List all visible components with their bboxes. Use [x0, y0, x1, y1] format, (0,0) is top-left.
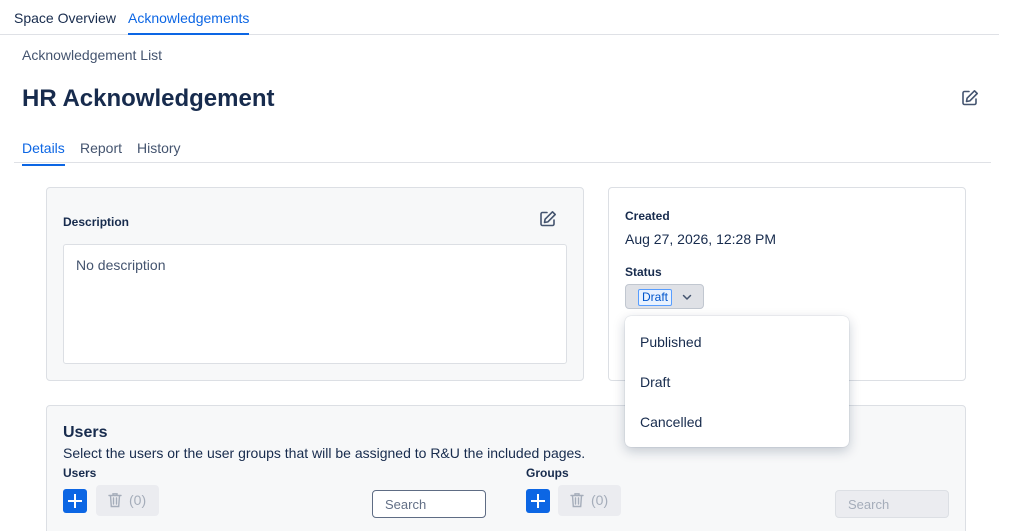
- tab-space-overview[interactable]: Space Overview: [14, 10, 116, 26]
- tab-history[interactable]: History: [137, 140, 181, 156]
- created-date: Aug 27, 2026, 12:28 PM: [625, 231, 776, 247]
- remove-users-button[interactable]: (0): [96, 485, 159, 516]
- tab-report[interactable]: Report: [80, 140, 122, 156]
- status-select[interactable]: Draft: [625, 284, 704, 309]
- groups-search-input[interactable]: [835, 490, 949, 518]
- edit-icon[interactable]: [538, 209, 558, 229]
- remove-groups-button[interactable]: (0): [558, 485, 621, 516]
- add-group-button[interactable]: [526, 489, 550, 513]
- status-lozenge: Draft: [638, 289, 673, 306]
- status-label: Status: [625, 265, 662, 279]
- page-title: HR Acknowledgement: [22, 85, 275, 112]
- detail-tabs: Details Report History: [14, 130, 991, 166]
- description-text[interactable]: No description: [63, 244, 567, 364]
- status-option-cancelled[interactable]: Cancelled: [625, 402, 849, 442]
- groups-column-label: Groups: [526, 466, 569, 480]
- add-user-button[interactable]: [63, 489, 87, 513]
- tab-details[interactable]: Details: [22, 140, 65, 166]
- description-label: Description: [63, 215, 130, 229]
- groups-count: (0): [591, 492, 609, 508]
- edit-icon[interactable]: [960, 88, 980, 108]
- users-section-description: Select the users or the user groups that…: [63, 445, 586, 461]
- trash-icon: [108, 493, 122, 508]
- users-section-title: Users: [63, 424, 108, 441]
- description-card: Description No description: [46, 187, 584, 381]
- tab-acknowledgements[interactable]: Acknowledgements: [128, 10, 250, 35]
- status-dropdown-menu: Published Draft Cancelled: [625, 316, 849, 447]
- users-count: (0): [129, 492, 147, 508]
- status-option-draft[interactable]: Draft: [625, 362, 849, 402]
- breadcrumb-acknowledgement-list[interactable]: Acknowledgement List: [22, 47, 162, 63]
- users-column-label: Users: [63, 466, 97, 480]
- trash-icon: [570, 493, 584, 508]
- created-label: Created: [625, 209, 670, 223]
- chevron-down-icon: [680, 290, 694, 304]
- top-navigation-tabs: Space Overview Acknowledgements: [0, 0, 999, 35]
- users-search-input[interactable]: [372, 490, 486, 518]
- status-option-published[interactable]: Published: [625, 322, 849, 362]
